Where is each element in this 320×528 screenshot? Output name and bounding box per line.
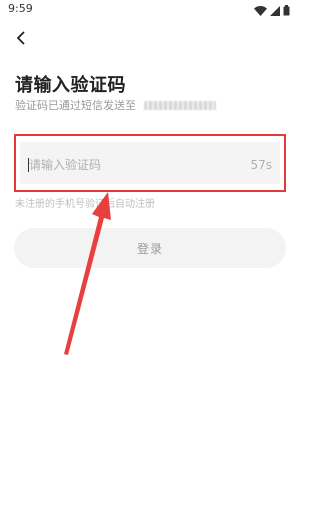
verification-code-field: 57s (14, 134, 286, 192)
battery-icon (283, 1, 290, 20)
signal-icon (270, 1, 280, 20)
page-title: 请输入验证码 (15, 75, 126, 96)
resend-countdown: 57s (250, 158, 272, 172)
login-button[interactable]: 登录 (14, 228, 286, 268)
subtitle-text: 验证码已通过短信发送至 (15, 99, 136, 112)
back-button[interactable] (10, 28, 32, 50)
status-bar: 9:59 (0, 0, 300, 20)
wifi-icon (254, 1, 267, 20)
status-icons (254, 3, 290, 17)
masked-phone-number (144, 100, 216, 110)
status-time: 9:59 (8, 2, 33, 15)
verification-code-input[interactable] (29, 151, 229, 179)
auto-register-hint: 未注册的手机号验证后自动注册 (15, 199, 155, 210)
navigation-bar (0, 510, 300, 528)
chevron-left-icon (15, 30, 27, 49)
page-subtitle: 验证码已通过短信发送至 (15, 97, 216, 113)
code-input-container: 57s (20, 142, 280, 184)
